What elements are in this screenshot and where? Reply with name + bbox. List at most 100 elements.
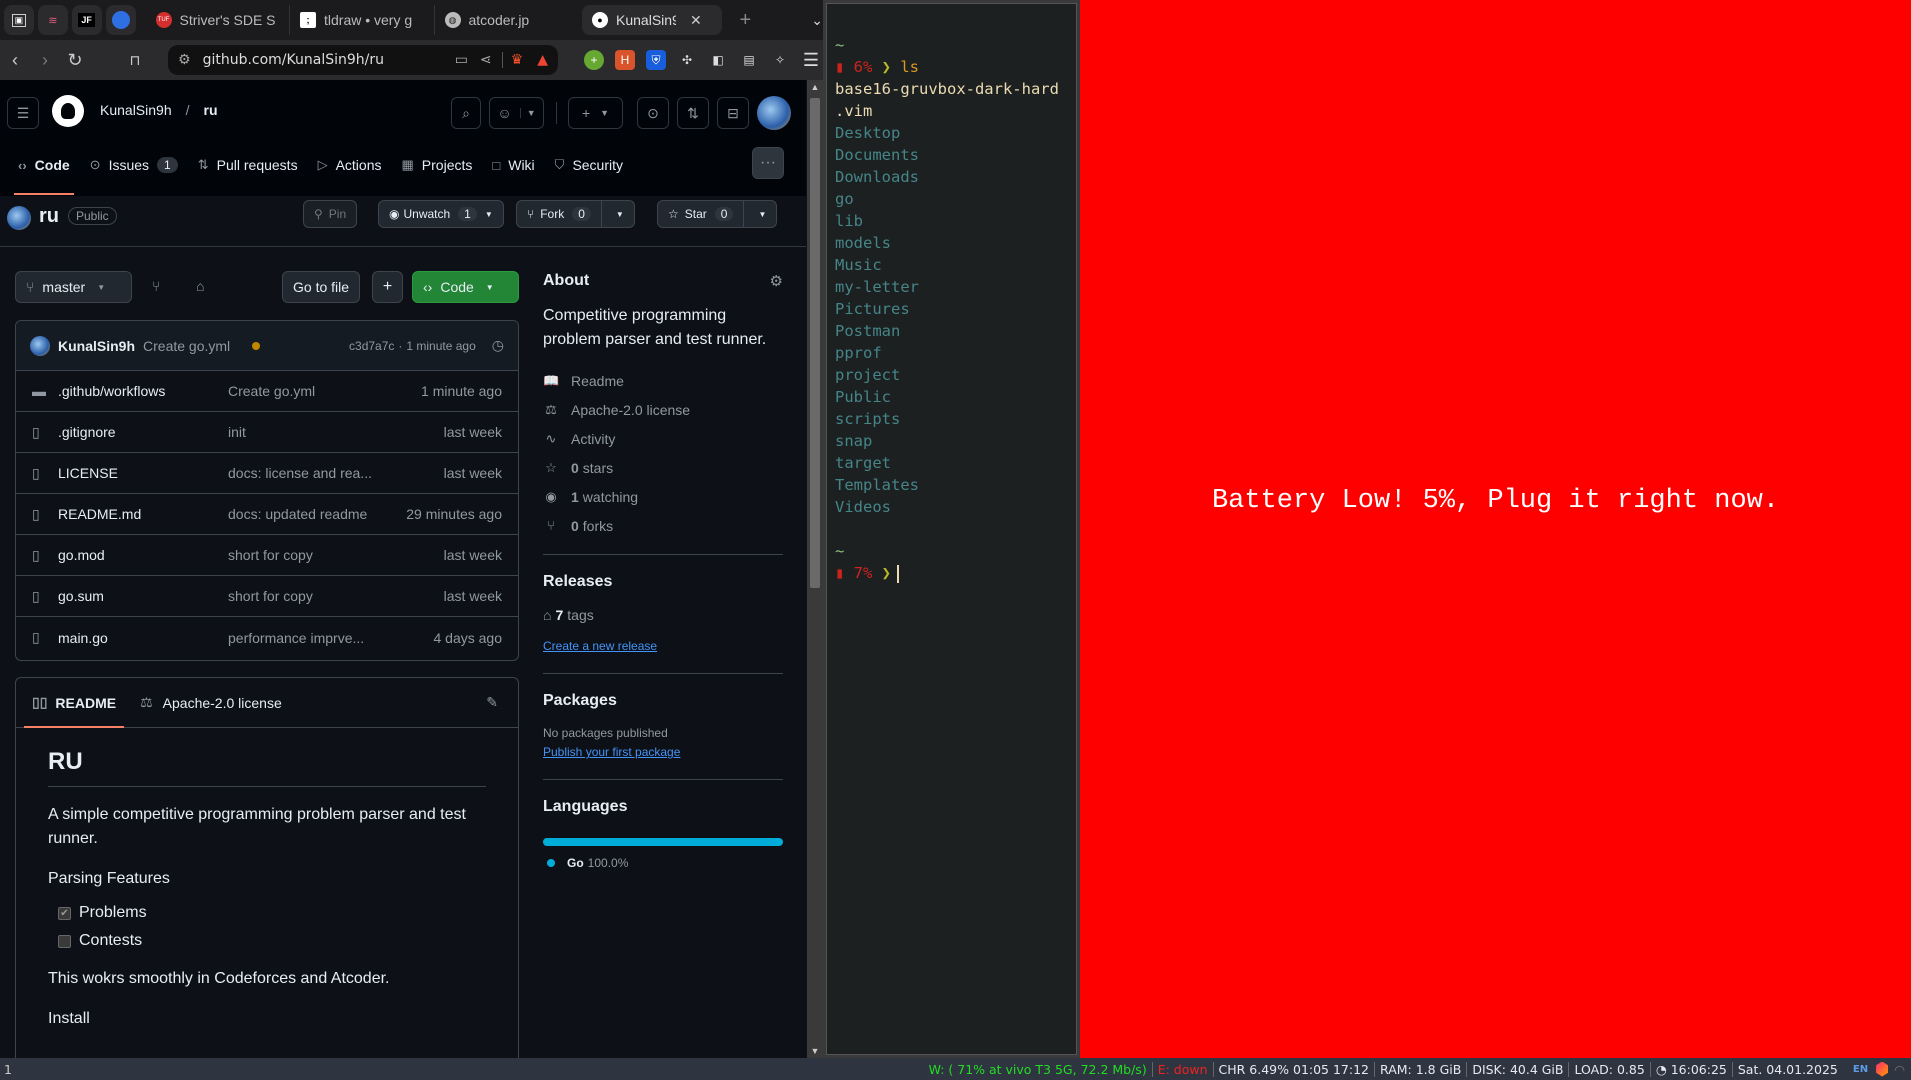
pin-button[interactable]: ⚲ Pin	[303, 200, 358, 228]
scrollbar-thumb[interactable]	[810, 98, 820, 588]
sidebar-icon[interactable]: ◧	[708, 50, 728, 70]
tab-code[interactable]: ‹› Code	[8, 148, 80, 195]
file-commit-message[interactable]: docs: license and rea...	[228, 465, 378, 481]
file-commit-message[interactable]: docs: updated readme	[228, 506, 378, 522]
back-icon[interactable]: ‹	[0, 50, 30, 71]
releases-title[interactable]: Releases	[543, 573, 783, 591]
forward-icon[interactable]: ›	[30, 50, 60, 71]
scroll-up-icon[interactable]: ▲	[807, 82, 823, 92]
tab-projects[interactable]: ▦ Projects	[392, 148, 483, 182]
about-item[interactable]: ⑂ 0 forks	[543, 511, 783, 540]
workspace-indicator[interactable]: 1	[0, 1062, 16, 1077]
file-row[interactable]: ▯ LICENSE docs: license and rea... last wee…	[16, 453, 518, 494]
tab-strivers[interactable]: TUF Striver's SDE S	[146, 5, 290, 35]
commit-message[interactable]: Create go.yml	[143, 338, 230, 354]
commit-author[interactable]: KunalSin9h	[58, 338, 135, 354]
publish-package-link[interactable]: Publish your first package	[543, 745, 680, 759]
tab-wiki[interactable]: □ Wiki	[482, 148, 544, 182]
pinned-tab-tab-manager[interactable]: ▣	[4, 5, 34, 35]
wifi-tray-icon[interactable]: ◠	[1894, 1062, 1905, 1077]
menu-icon[interactable]: ☰	[801, 50, 821, 70]
about-item[interactable]: ◉ 1 watching	[543, 482, 783, 511]
tag-icon[interactable]: ⌂	[196, 278, 204, 294]
edit-pencil-icon[interactable]: ✎	[486, 694, 498, 711]
close-tab-icon[interactable]: ✕	[690, 12, 702, 29]
checkbox-unchecked[interactable]	[58, 934, 71, 948]
tab-tldraw[interactable]: ; tldraw • very g	[290, 5, 435, 35]
tab-list-chevron-icon[interactable]: ⌄	[811, 12, 823, 29]
extension-h-icon[interactable]: H	[615, 50, 635, 70]
url-field[interactable]: ⚙ github.com/KunalSin9h/ru ▭ ⋖ ♛ ▲	[168, 45, 558, 75]
about-item[interactable]: ∿ Activity	[543, 424, 783, 453]
file-row[interactable]: ▯ .gitignore init last week	[16, 412, 518, 453]
fork-dropdown[interactable]: ▼	[600, 201, 624, 227]
tab-license[interactable]: ⚖ Apache-2.0 license	[140, 678, 282, 728]
terminal[interactable]: ~ ▮ 6% ❯ ls base16-gruvbox-dark-hard .vim…	[826, 3, 1077, 1055]
wallet-icon[interactable]: ▤	[739, 50, 759, 70]
page-scrollbar[interactable]: ▲ ▼	[807, 80, 823, 1058]
tab-github-active[interactable]: ● KunalSin9h ✕	[582, 5, 722, 35]
tab-readme[interactable]: ▯▯ README	[23, 678, 125, 728]
file-row[interactable]: ▯ main.go performance imprve... 4 days ago	[16, 617, 518, 658]
scroll-down-icon[interactable]: ▼	[807, 1046, 823, 1056]
gear-icon[interactable]: ⚙	[770, 272, 783, 290]
history-icon[interactable]: ◷	[492, 337, 504, 354]
file-name[interactable]: go.sum	[58, 588, 228, 604]
create-new-button[interactable]: + ▼	[568, 97, 623, 129]
pinned-tab-blue[interactable]	[105, 5, 136, 35]
file-name[interactable]: README.md	[58, 506, 228, 522]
tab-atcoder[interactable]: ◍ atcoder.jp	[435, 5, 575, 35]
tags-link[interactable]: ⌂ 7 tags	[543, 607, 783, 623]
reload-icon[interactable]: ↻	[60, 50, 90, 71]
file-name[interactable]: go.mod	[58, 547, 228, 563]
branch-select[interactable]: ⑂ master ▼	[15, 271, 132, 303]
brave-shields-icon[interactable]: ♛	[501, 52, 523, 68]
packages-title[interactable]: Packages	[543, 692, 783, 710]
file-row[interactable]: ▯ go.sum short for copy last week	[16, 576, 518, 617]
repo-link[interactable]: ru	[204, 102, 218, 118]
about-item[interactable]: 📖 Readme	[543, 366, 783, 395]
create-release-link[interactable]: Create a new release	[543, 639, 657, 653]
bitwarden-icon[interactable]: ⛨	[646, 50, 666, 70]
file-commit-message[interactable]: performance imprve...	[228, 630, 378, 646]
user-avatar[interactable]	[757, 96, 791, 130]
about-item[interactable]: ⚖ Apache-2.0 license	[543, 395, 783, 424]
tab-pull-requests[interactable]: ⇅ Pull requests	[188, 148, 308, 182]
file-commit-message[interactable]: short for copy	[228, 588, 378, 604]
file-row[interactable]: ▯ README.md docs: updated readme 29 minutes…	[16, 494, 518, 535]
share-icon[interactable]: ⋖	[480, 52, 492, 68]
file-commit-message[interactable]: init	[228, 424, 378, 440]
leo-ai-icon[interactable]: ✧	[770, 50, 790, 70]
unwatch-button[interactable]: ◉ Unwatch 1 ▼	[378, 200, 504, 228]
inbox-button[interactable]: ⊟	[717, 97, 749, 129]
file-name[interactable]: .gitignore	[58, 424, 228, 440]
branches-icon[interactable]: ⑂	[152, 278, 160, 294]
file-name[interactable]: main.go	[58, 630, 228, 646]
issues-button[interactable]: ⊙	[637, 97, 669, 129]
file-commit-message[interactable]: short for copy	[228, 547, 378, 563]
language-item-go[interactable]: Go 100.0%	[547, 856, 783, 870]
file-row[interactable]: ▯ go.mod short for copy last week	[16, 535, 518, 576]
github-logo-icon[interactable]	[52, 95, 84, 127]
checkbox-checked[interactable]: ✔	[58, 906, 71, 920]
tab-actions[interactable]: ▷ Actions	[308, 148, 392, 182]
tab-issues[interactable]: ⊙ Issues 1	[80, 148, 188, 182]
status-pending-icon[interactable]	[252, 341, 261, 350]
go-to-file-button[interactable]: Go to file	[282, 271, 361, 303]
code-dropdown-button[interactable]: ‹› Code ▼	[412, 271, 519, 303]
keyboard-layout[interactable]: EN	[1853, 1064, 1868, 1075]
search-button[interactable]: ⌕	[451, 97, 481, 129]
copilot-button[interactable]: ☺ ▼	[489, 97, 544, 129]
hamburger-menu-button[interactable]: ☰	[7, 97, 39, 129]
star-dropdown[interactable]: ▼	[743, 201, 766, 227]
pinned-tab-jf[interactable]: JF	[71, 5, 102, 35]
file-commit-message[interactable]: Create go.yml	[228, 383, 378, 399]
commit-hash[interactable]: c3d7a7c	[349, 339, 394, 353]
file-row[interactable]: ▬ .github/workflows Create go.yml 1 minute …	[16, 371, 518, 412]
pinned-tab-wave[interactable]: ≋	[37, 5, 68, 35]
language-bar-go[interactable]	[543, 838, 783, 846]
install-app-icon[interactable]: ▭	[455, 52, 468, 68]
pull-requests-button[interactable]: ⇅	[677, 97, 709, 129]
star-button[interactable]: ☆ Star 0 ▼	[657, 200, 778, 228]
new-tab-button[interactable]: +	[740, 9, 752, 32]
